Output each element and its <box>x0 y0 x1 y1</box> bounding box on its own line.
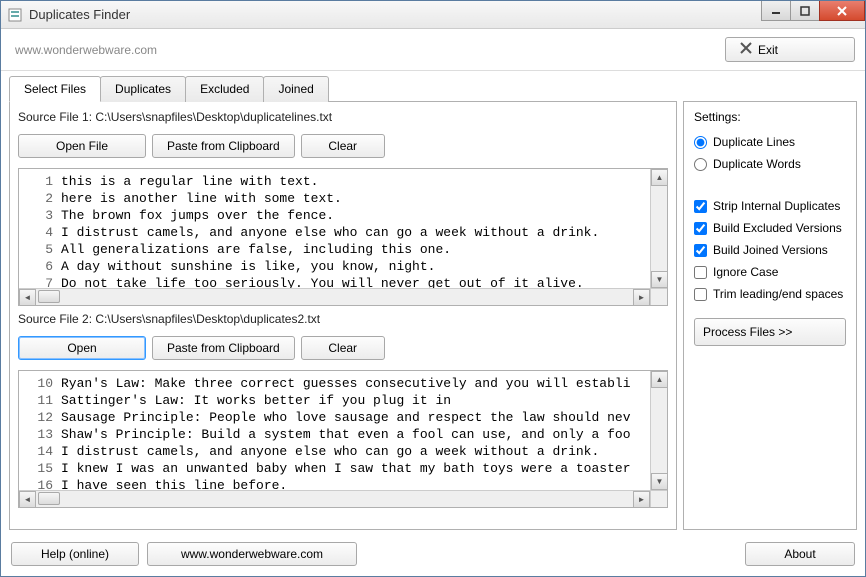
maximize-button[interactable] <box>790 1 820 21</box>
tab-joined[interactable]: Joined <box>263 76 328 102</box>
line-text: All generalizations are false, including… <box>61 241 451 258</box>
code-line: 14 I distrust camels, and anyone else who… <box>23 443 661 460</box>
line-number: 3 <box>23 207 53 224</box>
check-build-joined[interactable]: Build Joined Versions <box>694 242 846 258</box>
line-text: Sattinger's Law: It works better if you … <box>61 392 451 409</box>
line-number: 2 <box>23 190 53 207</box>
code-line: 6 A day without sunshine is like, you kno… <box>23 258 661 275</box>
scroll-right-icon[interactable]: ► <box>633 289 650 306</box>
line-number: 10 <box>23 375 53 392</box>
app-icon <box>7 7 23 23</box>
line-number: 4 <box>23 224 53 241</box>
scroll-down-icon[interactable]: ▼ <box>651 271 668 288</box>
scroll-right-icon[interactable]: ► <box>633 491 650 508</box>
source1-paste-button[interactable]: Paste from Clipboard <box>152 134 295 158</box>
tabstrip: Select Files Duplicates Excluded Joined <box>1 75 865 101</box>
line-text: Shaw's Principle: Build a system that ev… <box>61 426 631 443</box>
close-button[interactable] <box>819 1 865 21</box>
source2-textarea[interactable]: 10 Ryan's Law: Make three correct guesses… <box>18 370 668 508</box>
line-text: Ryan's Law: Make three correct guesses c… <box>61 375 631 392</box>
code-line: 2 here is another line with some text. <box>23 190 661 207</box>
source1-open-button[interactable]: Open File <box>18 134 146 158</box>
source1-textarea[interactable]: 1 this is a regular line with text. 2 here … <box>18 168 668 306</box>
code-line: 1 this is a regular line with text. <box>23 173 661 190</box>
radio-duplicate-lines[interactable]: Duplicate Lines <box>694 134 846 150</box>
line-number: 12 <box>23 409 53 426</box>
line-number: 7 <box>23 275 53 288</box>
source2-open-button[interactable]: Open <box>18 336 146 360</box>
site-button[interactable]: www.wonderwebware.com <box>147 542 357 566</box>
minimize-button[interactable] <box>761 1 791 21</box>
line-number: 16 <box>23 477 53 490</box>
line-text: this is a regular line with text. <box>61 173 318 190</box>
line-number: 14 <box>23 443 53 460</box>
close-icon <box>740 42 752 57</box>
code-line: 11 Sattinger's Law: It works better if yo… <box>23 392 661 409</box>
check-ignore-case[interactable]: Ignore Case <box>694 264 846 280</box>
code-line: 15 I knew I was an unwanted baby when I s… <box>23 460 661 477</box>
code-line: 5 All generalizations are false, includin… <box>23 241 661 258</box>
code-line: 10 Ryan's Law: Make three correct guesses… <box>23 375 661 392</box>
source2-clear-button[interactable]: Clear <box>301 336 385 360</box>
tab-select-files[interactable]: Select Files <box>9 76 101 102</box>
source1-clear-button[interactable]: Clear <box>301 134 385 158</box>
scroll-up-icon[interactable]: ▲ <box>651 371 668 388</box>
code-line: 3 The brown fox jumps over the fence. <box>23 207 661 224</box>
line-text: I knew I was an unwanted baby when I saw… <box>61 460 631 477</box>
line-number: 13 <box>23 426 53 443</box>
help-button[interactable]: Help (online) <box>11 542 139 566</box>
code-line: 4 I distrust camels, and anyone else who … <box>23 224 661 241</box>
scroll-up-icon[interactable]: ▲ <box>651 169 668 186</box>
source2-hscroll[interactable]: ◄ ► <box>19 490 650 507</box>
source1-path-label: Source File 1: C:\Users\snapfiles\Deskto… <box>18 110 668 124</box>
site-url-label: www.wonderwebware.com <box>11 43 725 57</box>
code-line: 16 I have seen this line before. <box>23 477 661 490</box>
line-text: Do not take life too seriously. You will… <box>61 275 584 288</box>
source1-hscroll[interactable]: ◄ ► <box>19 288 650 305</box>
line-number: 11 <box>23 392 53 409</box>
code-line: 7 Do not take life too seriously. You wil… <box>23 275 661 288</box>
check-trim-spaces[interactable]: Trim leading/end spaces <box>694 286 846 302</box>
titlebar[interactable]: Duplicates Finder <box>1 1 865 29</box>
line-text: here is another line with some text. <box>61 190 342 207</box>
source2-path-label: Source File 2: C:\Users\snapfiles\Deskto… <box>18 312 668 326</box>
scroll-left-icon[interactable]: ◄ <box>19 491 36 508</box>
code-line: 12 Sausage Principle: People who love sau… <box>23 409 661 426</box>
scroll-left-icon[interactable]: ◄ <box>19 289 36 306</box>
source2-paste-button[interactable]: Paste from Clipboard <box>152 336 295 360</box>
source1-vscroll[interactable]: ▲ ▼ <box>650 169 667 288</box>
scroll-down-icon[interactable]: ▼ <box>651 473 668 490</box>
line-text: I distrust camels, and anyone else who c… <box>61 224 599 241</box>
window-title: Duplicates Finder <box>29 7 762 22</box>
settings-panel: Settings: Duplicate Lines Duplicate Word… <box>683 101 857 530</box>
line-number: 5 <box>23 241 53 258</box>
line-text: Sausage Principle: People who love sausa… <box>61 409 631 426</box>
check-strip-internal[interactable]: Strip Internal Duplicates <box>694 198 846 214</box>
check-build-excluded[interactable]: Build Excluded Versions <box>694 220 846 236</box>
line-number: 15 <box>23 460 53 477</box>
radio-duplicate-words[interactable]: Duplicate Words <box>694 156 846 172</box>
line-number: 1 <box>23 173 53 190</box>
exit-button[interactable]: Exit <box>725 37 855 62</box>
settings-title: Settings: <box>694 110 846 124</box>
tab-duplicates[interactable]: Duplicates <box>100 76 186 102</box>
exit-label: Exit <box>758 43 778 57</box>
tab-excluded[interactable]: Excluded <box>185 76 264 102</box>
line-text: The brown fox jumps over the fence. <box>61 207 334 224</box>
source2-vscroll[interactable]: ▲ ▼ <box>650 371 667 490</box>
main-panel: Source File 1: C:\Users\snapfiles\Deskto… <box>9 101 677 530</box>
code-line: 13 Shaw's Principle: Build a system that … <box>23 426 661 443</box>
line-text: I have seen this line before. <box>61 477 287 490</box>
process-files-button[interactable]: Process Files >> <box>694 318 846 346</box>
line-text: I distrust camels, and anyone else who c… <box>61 443 599 460</box>
about-button[interactable]: About <box>745 542 855 566</box>
line-number: 6 <box>23 258 53 275</box>
line-text: A day without sunshine is like, you know… <box>61 258 435 275</box>
